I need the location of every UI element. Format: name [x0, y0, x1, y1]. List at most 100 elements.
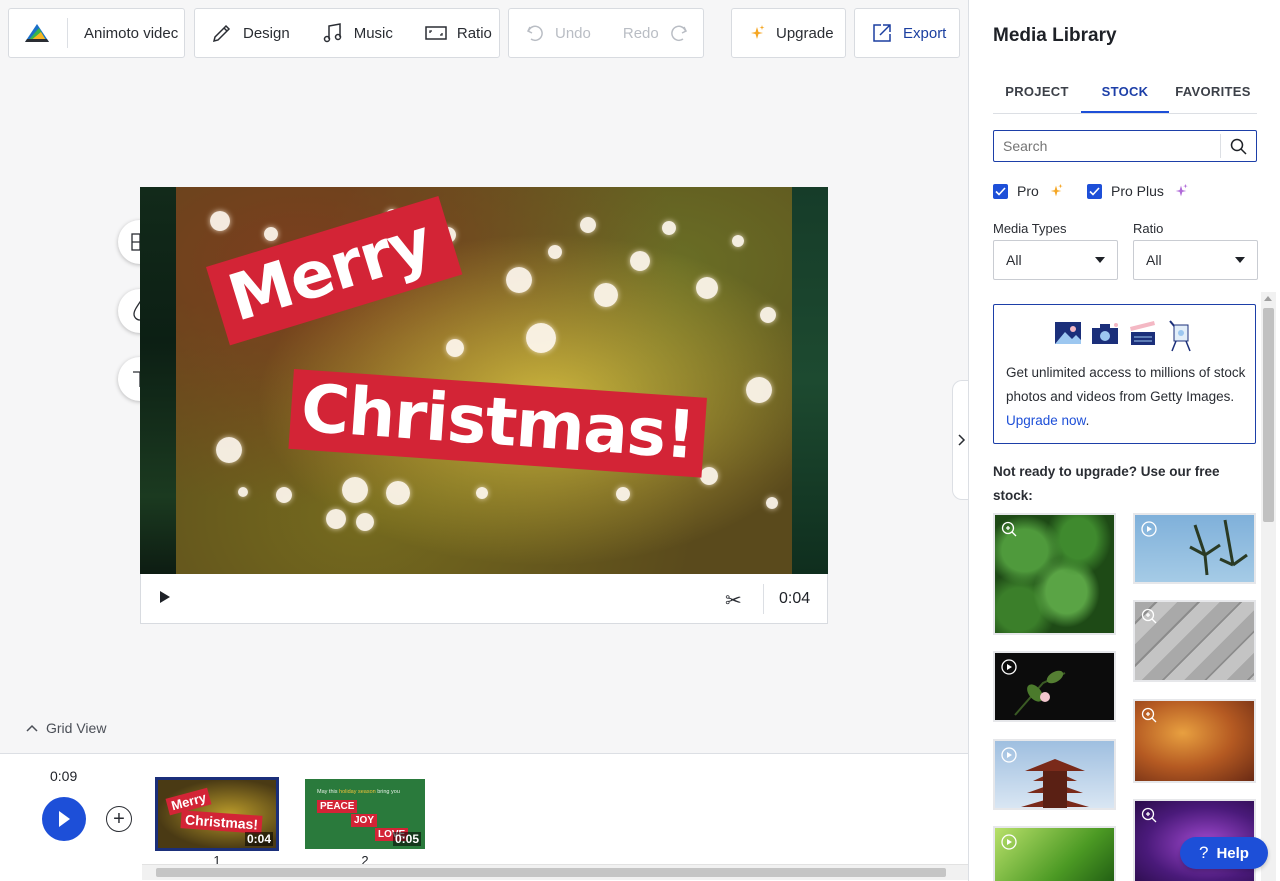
- grid-view-toggle[interactable]: Grid View: [26, 720, 106, 736]
- spotlight-icon: [1169, 320, 1191, 352]
- preview-left-border: [140, 187, 176, 574]
- scene-thumbnail-2[interactable]: May this holiday season bring you PEACE …: [305, 779, 425, 849]
- bokeh-light: [662, 221, 676, 235]
- thumb-word-text: PEACE: [320, 801, 355, 812]
- thumb-caption-top: May this holiday season bring you: [317, 789, 400, 795]
- video-preview[interactable]: Merry Christmas!: [140, 187, 828, 574]
- thumb-duration: 0:05: [392, 832, 421, 846]
- upgrade-promo: Get unlimited access to millions of stoc…: [993, 304, 1256, 444]
- scissors-icon[interactable]: ✂: [725, 588, 742, 613]
- bokeh-light: [386, 481, 410, 505]
- redo-button[interactable]: Redo: [607, 9, 705, 57]
- bokeh-light: [746, 377, 772, 403]
- undo-icon: [526, 25, 543, 42]
- add-scene-button[interactable]: +: [106, 806, 132, 832]
- tab-project[interactable]: PROJECT: [993, 80, 1081, 113]
- play-circle-icon[interactable]: [1001, 747, 1017, 763]
- ratio-button[interactable]: Ratio: [409, 9, 508, 57]
- bokeh-light: [732, 235, 744, 247]
- bokeh-light: [356, 513, 374, 531]
- banner-text-christmas: Christmas!: [298, 369, 698, 475]
- pro-checkbox[interactable]: Pro: [993, 183, 1064, 199]
- thumb-duration: 0:04: [244, 832, 273, 846]
- image-icon: [1055, 322, 1081, 344]
- title-banner-christmas[interactable]: Christmas!: [288, 369, 708, 478]
- export-button[interactable]: Export: [854, 8, 960, 58]
- scrollbar-thumb[interactable]: [1263, 308, 1274, 522]
- export-label: Export: [903, 24, 947, 42]
- stock-tile-boards[interactable]: [1133, 600, 1256, 682]
- music-button[interactable]: Music: [306, 9, 409, 57]
- search-icon: [1230, 138, 1247, 155]
- search-button[interactable]: [1221, 132, 1255, 160]
- tab-favorites[interactable]: FAVORITES: [1169, 80, 1257, 113]
- bokeh-light: [760, 307, 776, 323]
- stock-tile-autumn[interactable]: [1133, 699, 1256, 783]
- stock-tile-flower[interactable]: [993, 651, 1116, 722]
- upgrade-now-link[interactable]: Upgrade now: [1006, 413, 1086, 428]
- controls-divider: [763, 584, 764, 614]
- bokeh-light: [216, 437, 242, 463]
- stock-tile-leaf[interactable]: [993, 826, 1116, 881]
- logo-button[interactable]: [9, 9, 67, 57]
- promo-period: .: [1085, 413, 1090, 428]
- clapperboard-icon: [1130, 321, 1155, 345]
- media-types-label: Media Types: [993, 221, 1067, 236]
- undo-button[interactable]: Undo: [509, 9, 607, 57]
- tab-stock[interactable]: STOCK: [1081, 80, 1169, 113]
- zoom-icon[interactable]: [1141, 608, 1157, 624]
- scene-duration: 0:04: [779, 590, 811, 607]
- zoom-icon[interactable]: [1141, 807, 1157, 823]
- preview-play-button[interactable]: [159, 590, 171, 604]
- bokeh-light: [446, 339, 464, 357]
- upgrade-button[interactable]: Upgrade: [731, 8, 846, 58]
- pencil-icon: [212, 24, 231, 43]
- undo-label: Undo: [555, 24, 591, 42]
- project-toolbar-group: Animoto videc: [8, 8, 185, 58]
- media-scrollbar[interactable]: [1261, 292, 1276, 881]
- stock-tile-pagoda[interactable]: [993, 739, 1116, 810]
- export-button-inner: Export: [855, 9, 962, 57]
- pro-plus-label: Pro Plus: [1111, 183, 1164, 199]
- thumb-word-peace: PEACE: [317, 800, 358, 813]
- design-button[interactable]: Design: [195, 9, 306, 57]
- bokeh-light: [342, 477, 368, 503]
- project-name-field[interactable]: Animoto videc: [68, 9, 178, 57]
- help-button[interactable]: ? Help: [1180, 837, 1268, 869]
- grid-view-label: Grid View: [46, 720, 107, 736]
- bokeh-light: [276, 487, 292, 503]
- ratio-label: Ratio: [456, 24, 492, 42]
- timeline-scrollbar[interactable]: [142, 864, 968, 880]
- stock-tile-basil[interactable]: [993, 513, 1116, 635]
- ratio-filter-label: Ratio: [1133, 221, 1164, 236]
- scene-thumbnail-1[interactable]: Merry Christmas! 0:04: [155, 777, 279, 851]
- thumb-caption-line2: Christmas!: [184, 811, 259, 833]
- ratio-select[interactable]: All: [1133, 240, 1258, 280]
- play-circle-icon[interactable]: [1001, 659, 1017, 675]
- question-mark-icon: ?: [1199, 843, 1209, 862]
- pro-plus-checkbox[interactable]: Pro Plus: [1087, 183, 1189, 199]
- scroll-up-arrow-icon[interactable]: [1264, 296, 1272, 301]
- stock-tile-palms[interactable]: [1133, 513, 1256, 584]
- bokeh-light: [476, 487, 488, 499]
- bokeh-light: [594, 283, 618, 307]
- title-banner-merry[interactable]: Merry: [206, 195, 463, 346]
- search-input[interactable]: [994, 132, 1220, 160]
- timeline-play-button[interactable]: [42, 797, 86, 841]
- thumb-caption-part: May this: [317, 789, 340, 795]
- play-icon: [160, 591, 170, 603]
- zoom-icon[interactable]: [1001, 521, 1017, 537]
- play-circle-icon[interactable]: [1001, 834, 1017, 850]
- edit-toolbar-group: Design Music Ratio: [194, 8, 500, 58]
- sparkle-icon: [1050, 183, 1063, 197]
- zoom-icon[interactable]: [1141, 707, 1157, 723]
- bokeh-light: [548, 245, 562, 259]
- bokeh-light: [238, 487, 248, 497]
- aspect-ratio-icon: [425, 26, 447, 40]
- play-circle-icon[interactable]: [1141, 521, 1157, 537]
- upgrade-label: Upgrade: [776, 24, 834, 42]
- media-types-select[interactable]: All: [993, 240, 1118, 280]
- chevron-up-icon: [26, 724, 38, 732]
- scrollbar-thumb[interactable]: [156, 868, 946, 877]
- thumb-banner: Christmas!: [180, 810, 263, 834]
